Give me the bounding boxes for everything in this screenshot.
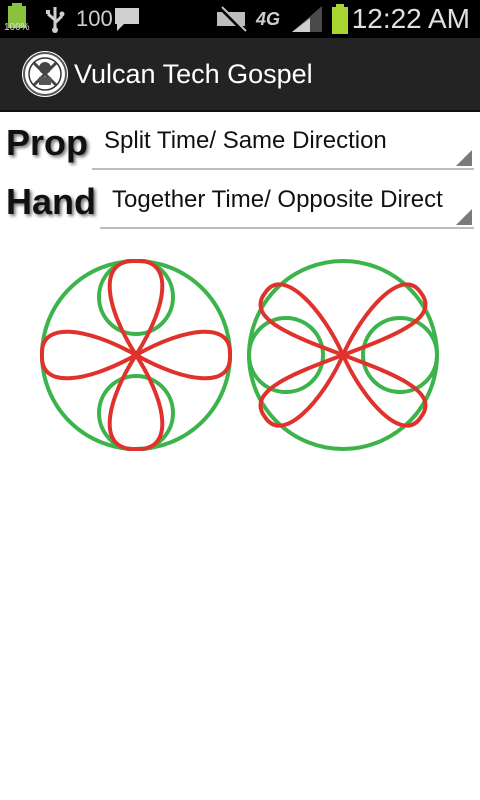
prop-spinner-value: Split Time/ Same Direction	[104, 127, 387, 154]
message-icon	[112, 0, 142, 38]
signal-icon	[290, 0, 324, 38]
mute-icon	[214, 0, 248, 38]
battery-icon	[330, 0, 350, 38]
diagonal-petal-group	[258, 282, 428, 428]
dropdown-arrow-icon	[456, 150, 472, 166]
prop-label: Prop	[6, 122, 89, 163]
prop-spinner[interactable]: Split Time/ Same Direction	[92, 120, 474, 170]
hand-spinner-value: Together Time/ Opposite Direction	[112, 186, 444, 213]
prop-pattern-diagram-right	[247, 259, 439, 451]
hand-spinner[interactable]: Together Time/ Opposite Direction	[100, 179, 474, 229]
app-title: Vulcan Tech Gospel	[74, 59, 313, 89]
usb-icon	[44, 0, 66, 38]
hand-label: Hand	[6, 181, 96, 222]
dropdown-arrow-icon	[456, 209, 472, 225]
status-bar: 100% 100 4G 12:22 AM	[0, 0, 480, 38]
vulcan-logo-icon[interactable]	[22, 51, 68, 97]
network-type-label: 4G	[256, 8, 281, 29]
notification-count: 100	[76, 6, 113, 31]
action-bar: Vulcan Tech Gospel	[0, 38, 480, 112]
clock: 12:22 AM	[351, 3, 470, 34]
battery-small-label: 100%	[4, 21, 30, 33]
prop-pattern-diagram-left	[40, 259, 232, 451]
